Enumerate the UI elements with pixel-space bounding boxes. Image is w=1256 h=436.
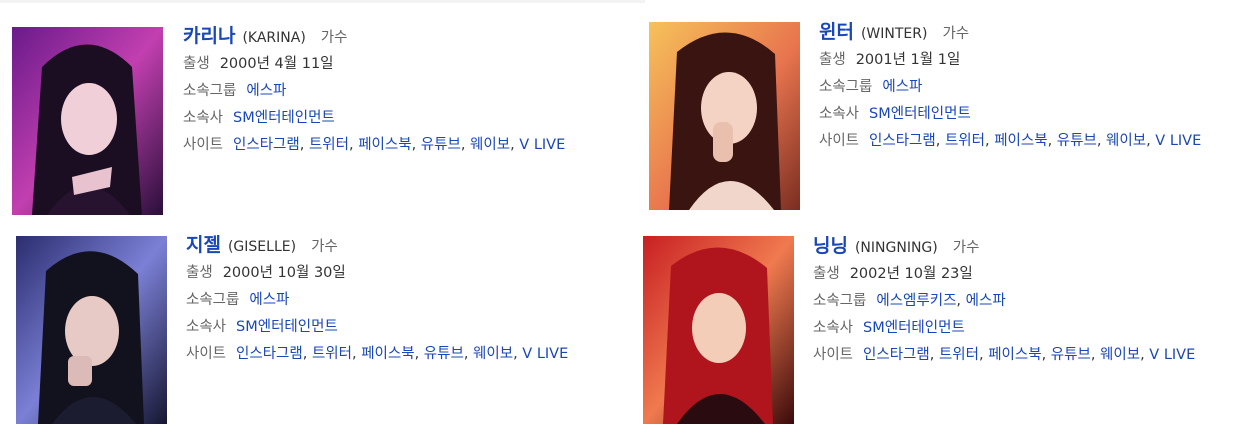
member-name[interactable]: 닝닝 — [813, 231, 848, 258]
group-link-smrookies[interactable]: 에스엠루키즈 — [876, 293, 956, 309]
member-job: 가수 — [320, 30, 348, 46]
profile-info: 카리나 (KARINA) 가수 출생 2000년 4월 11일 소속그룹 에스파 소… — [183, 21, 565, 159]
group-link[interactable]: 에스파 — [249, 292, 289, 308]
member-alias: (WINTER) — [860, 26, 928, 42]
birth-value: 2002년 10월 23일 — [849, 266, 973, 282]
birth-value: 2000년 10월 30일 — [222, 265, 346, 281]
member-job: 가수 — [952, 240, 980, 256]
site-link-twitter[interactable]: 트위터 — [312, 346, 352, 362]
site-link-vlive[interactable]: V LIVE — [1149, 347, 1195, 363]
agency-row: 소속사 SM엔터테인먼트 — [813, 315, 1195, 342]
site-link-vlive[interactable]: V LIVE — [519, 137, 565, 153]
birth-row: 출생 2000년 10월 30일 — [186, 260, 568, 287]
birth-value: 2001년 1월 1일 — [855, 52, 961, 68]
site-label: 사이트 — [813, 347, 854, 363]
group-row: 소속그룹 에스엠루키즈, 에스파 — [813, 293, 1006, 309]
site-link-facebook[interactable]: 페이스북 — [361, 346, 414, 362]
group-label: 소속그룹 — [186, 292, 240, 308]
site-link-youtube[interactable]: 유튜브 — [421, 137, 461, 153]
agency-label: 소속사 — [183, 110, 224, 126]
site-row: 사이트 인스타그램, 트위터, 페이스북, 유튜브, 웨이보, V LIVE — [819, 133, 1202, 149]
birth-label: 출생 — [186, 265, 213, 281]
member-job: 가수 — [311, 239, 338, 255]
site-link-instagram[interactable]: 인스타그램 — [236, 346, 303, 362]
site-link-weibo[interactable]: 웨이보 — [470, 137, 510, 153]
profile-info: 윈터 (WINTER) 가수 출생 2001년 1월 1일 소속그룹 에스파 소속사… — [819, 17, 1201, 155]
agency-label: 소속사 — [819, 106, 860, 122]
member-name[interactable]: 카리나 — [183, 21, 235, 48]
birth-row: 출생 2002년 10월 23일 — [813, 261, 1195, 288]
site-link-twitter[interactable]: 트위터 — [939, 347, 979, 363]
agency-link[interactable]: SM엔터테인먼트 — [863, 320, 965, 336]
site-label: 사이트 — [186, 346, 227, 362]
site-link-twitter[interactable]: 트위터 — [945, 133, 985, 149]
site-row: 사이트 인스타그램, 트위터, 페이스북, 유튜브, 웨이보, V LIVE — [186, 346, 569, 362]
agency-link[interactable]: SM엔터테인먼트 — [236, 319, 338, 335]
member-alias: (GISELLE) — [227, 239, 297, 255]
member-name[interactable]: 윈터 — [819, 17, 854, 44]
agency-link[interactable]: SM엔터테인먼트 — [869, 106, 971, 122]
site-link-weibo[interactable]: 웨이보 — [1100, 347, 1140, 363]
group-row: 소속그룹 에스파 — [186, 287, 568, 314]
birth-row: 출생 2000년 4월 11일 — [183, 51, 565, 78]
agency-label: 소속사 — [186, 319, 227, 335]
group-row: 소속그룹 에스파 — [183, 78, 565, 105]
member-job: 가수 — [942, 26, 970, 42]
site-link-instagram[interactable]: 인스타그램 — [233, 137, 300, 153]
group-label: 소속그룹 — [183, 83, 237, 99]
site-link-facebook[interactable]: 페이스북 — [988, 347, 1041, 363]
site-link-weibo[interactable]: 웨이보 — [1106, 133, 1146, 149]
site-link-weibo[interactable]: 웨이보 — [473, 346, 513, 362]
profile-photo[interactable] — [643, 236, 794, 424]
birth-label: 출생 — [183, 56, 210, 72]
profile-photo[interactable] — [12, 27, 163, 215]
agency-label: 소속사 — [813, 320, 854, 336]
site-link-youtube[interactable]: 유튜브 — [1051, 347, 1091, 363]
site-link-youtube[interactable]: 유튜브 — [424, 346, 464, 362]
profile-photo[interactable] — [649, 22, 800, 210]
site-row: 사이트 인스타그램, 트위터, 페이스북, 유튜브, 웨이보, V LIVE — [183, 137, 566, 153]
birth-value: 2000년 4월 11일 — [219, 56, 334, 72]
group-label: 소속그룹 — [813, 293, 867, 309]
birth-row: 출생 2001년 1월 1일 — [819, 47, 1201, 74]
profile-info: 지젤 (GISELLE) 가수 출생 2000년 10월 30일 소속그룹 에스파 … — [186, 230, 568, 368]
site-link-youtube[interactable]: 유튜브 — [1057, 133, 1097, 149]
group-link-aespa[interactable]: 에스파 — [966, 293, 1006, 309]
member-alias: (NINGNING) — [854, 240, 938, 256]
agency-link[interactable]: SM엔터테인먼트 — [233, 110, 335, 126]
site-link-facebook[interactable]: 페이스북 — [358, 137, 411, 153]
site-row: 사이트 인스타그램, 트위터, 페이스북, 유튜브, 웨이보, V LIVE — [813, 347, 1196, 363]
profile-info: 닝닝 (NINGNING) 가수 출생 2002년 10월 23일 소속그룹 에스엠… — [813, 231, 1195, 369]
agency-row: 소속사 SM엔터테인먼트 — [819, 101, 1201, 128]
site-label: 사이트 — [183, 137, 224, 153]
group-label: 소속그룹 — [819, 79, 873, 95]
site-link-instagram[interactable]: 인스타그램 — [863, 347, 930, 363]
member-name[interactable]: 지젤 — [186, 230, 221, 257]
birth-label: 출생 — [819, 52, 846, 68]
site-label: 사이트 — [819, 133, 860, 149]
site-link-instagram[interactable]: 인스타그램 — [869, 133, 936, 149]
agency-row: 소속사 SM엔터테인먼트 — [186, 314, 568, 341]
profile-photo[interactable] — [16, 236, 167, 424]
group-link[interactable]: 에스파 — [882, 79, 922, 95]
site-link-facebook[interactable]: 페이스북 — [994, 133, 1047, 149]
group-row: 소속그룹 에스파 — [819, 74, 1201, 101]
birth-label: 출생 — [813, 266, 840, 282]
agency-row: 소속사 SM엔터테인먼트 — [183, 105, 565, 132]
member-alias: (KARINA) — [242, 30, 306, 46]
site-link-twitter[interactable]: 트위터 — [309, 137, 349, 153]
top-divider — [0, 0, 645, 3]
site-link-vlive[interactable]: V LIVE — [1155, 133, 1201, 149]
group-link[interactable]: 에스파 — [246, 83, 286, 99]
site-link-vlive[interactable]: V LIVE — [522, 346, 568, 362]
